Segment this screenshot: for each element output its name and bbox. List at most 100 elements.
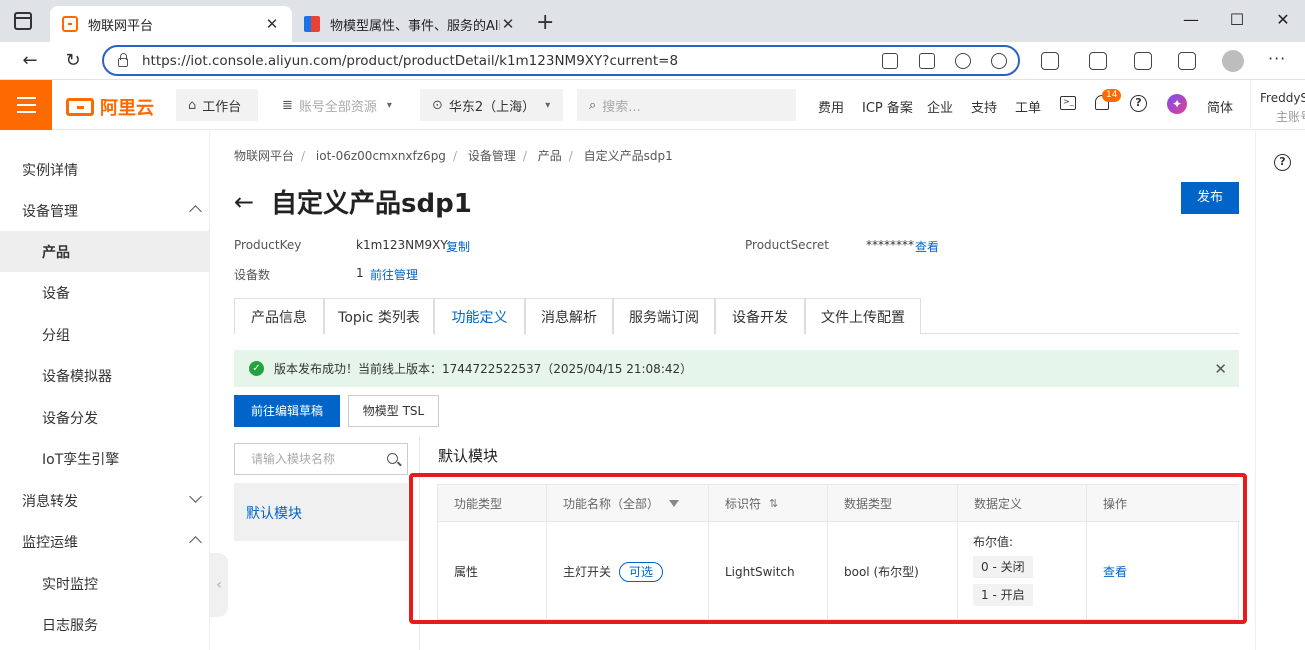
column-header-name[interactable]: 功能名称（全部） — [547, 485, 709, 522]
tab-function-definition[interactable]: 功能定义 — [434, 298, 525, 335]
tab-server-subscription[interactable]: 服务端订阅 — [613, 298, 715, 334]
search-icon[interactable] — [387, 453, 398, 464]
new-tab-icon[interactable]: + — [536, 10, 554, 35]
sidebar-item-group[interactable]: 分组 — [0, 314, 210, 355]
device-count-label: 设备数 — [234, 268, 271, 282]
read-aloud-icon[interactable] — [955, 53, 971, 69]
module-search-input[interactable]: 请输入模块名称 — [234, 443, 408, 475]
sort-icon[interactable]: ⇅ — [769, 497, 778, 510]
aliyun-logo[interactable]: 阿里云 — [66, 94, 154, 120]
sidebar-item-label: 设备管理 — [22, 203, 78, 220]
sidebar-item-twin-engine[interactable]: IoT孪生引擎 — [0, 438, 210, 479]
breadcrumb-current: 自定义产品sdp1 — [583, 149, 673, 163]
view-secret-link[interactable]: 查看 — [915, 238, 939, 255]
window-menu-icon[interactable] — [14, 12, 32, 30]
publish-button[interactable]: 发布 — [1181, 182, 1239, 214]
bool-value-0: 0 - 关闭 — [973, 556, 1033, 578]
sidebar-item-label: 设备 — [42, 285, 70, 302]
favorites-icon[interactable] — [1089, 52, 1107, 70]
sidebar-item-product[interactable]: 产品 — [0, 231, 210, 272]
module-item-default[interactable]: 默认模块 — [246, 503, 302, 523]
product-key-label: ProductKey — [234, 238, 302, 252]
page-title: 自定义产品sdp1 — [271, 189, 472, 219]
nav-icp[interactable]: ICP 备案 — [862, 97, 913, 116]
column-header-data-definition: 数据定义 — [958, 485, 1087, 522]
tab-title: 物模型属性、事件、服务的Alink — [330, 18, 500, 34]
alert-message: 版本发布成功！当前线上版本：1744722522537（2025/04/15 2… — [274, 362, 693, 376]
sidebar-item-distribution[interactable]: 设备分发 — [0, 397, 210, 438]
menu-icon[interactable] — [0, 80, 52, 130]
global-search-input[interactable]: ⌕ 搜索... — [577, 89, 796, 121]
profile-avatar[interactable] — [1222, 50, 1244, 72]
sidebar-item-label: 实时监控 — [42, 576, 98, 593]
notification-badge: 14 — [1102, 89, 1122, 102]
maximize-icon[interactable]: ☐ — [1222, 10, 1252, 29]
module-section-title: 默认模块 — [438, 447, 499, 465]
sidebar-item-label: 产品 — [42, 244, 70, 261]
tsl-button[interactable]: 物模型 TSL — [348, 395, 439, 427]
view-function-link[interactable]: 查看 — [1103, 563, 1127, 580]
screen-cast-icon[interactable] — [882, 53, 898, 69]
breadcrumb-item[interactable]: 产品 — [538, 149, 562, 163]
help-icon[interactable]: ? — [1274, 154, 1291, 171]
address-bar-row: ← ↻ https://iot.console.aliyun.com/produ… — [0, 42, 1305, 80]
nav-enterprise[interactable]: 企业 — [927, 97, 953, 116]
user-menu[interactable]: FreddySs 主账号 — [1250, 80, 1305, 130]
resource-label: 账号全部资源 — [298, 99, 377, 115]
edit-draft-button[interactable]: 前往编辑草稿 — [234, 395, 340, 427]
tab-product-info[interactable]: 产品信息 — [234, 298, 324, 334]
filter-icon[interactable] — [669, 499, 680, 507]
nav-billing[interactable]: 费用 — [818, 97, 844, 116]
check-circle-icon: ✓ — [249, 361, 264, 376]
browser-tab-docs[interactable]: 物模型属性、事件、服务的Alink ✕ — [292, 6, 528, 42]
more-menu-icon[interactable]: ··· — [1268, 49, 1286, 68]
tab-message-parsing[interactable]: 消息解析 — [525, 298, 613, 334]
cloud-shell-icon[interactable]: >_ — [1060, 96, 1076, 110]
workbench-button[interactable]: ⌂ 工作台 — [176, 89, 258, 121]
sidebar-item-log-service[interactable]: 日志服务 — [0, 604, 210, 645]
nav-ticket[interactable]: 工单 — [1015, 97, 1041, 116]
ai-assistant-icon[interactable]: ✦ — [1167, 94, 1187, 114]
sidebar-item-realtime-monitor[interactable]: 实时监控 — [0, 563, 210, 604]
search-placeholder: 搜索... — [602, 99, 641, 115]
copy-key-link[interactable]: 复制 — [446, 238, 470, 255]
sidebar-item-device[interactable]: 设备 — [0, 272, 210, 313]
back-arrow-icon[interactable]: ← — [234, 188, 254, 216]
nav-support[interactable]: 支持 — [971, 97, 997, 116]
breadcrumb-item[interactable]: iot-06z00cmxnxfz6pg — [316, 149, 446, 163]
language-switch[interactable]: 简体 — [1207, 97, 1233, 116]
region-selector[interactable]: ⊙ 华东2（上海） ▾ — [420, 89, 563, 121]
browser-tab-iot[interactable]: 物联网平台 ✕ — [50, 6, 292, 42]
back-icon[interactable]: ← — [17, 48, 43, 74]
resource-selector[interactable]: ≣ 账号全部资源 ▾ — [270, 89, 406, 121]
sidebar-group-message[interactable]: 消息转发 — [0, 480, 210, 521]
close-icon[interactable]: ✕ — [1214, 360, 1227, 378]
sidebar-item-simulator[interactable]: 设备模拟器 — [0, 355, 210, 396]
sidebar-item-label: 设备模拟器 — [42, 368, 112, 385]
tab-device-development[interactable]: 设备开发 — [715, 298, 805, 334]
sidebar-group-monitoring[interactable]: 监控运维 — [0, 521, 210, 562]
refresh-icon[interactable]: ↻ — [60, 48, 86, 74]
breadcrumb-item[interactable]: 设备管理 — [468, 149, 516, 163]
apps-icon[interactable] — [919, 53, 935, 69]
manage-devices-link[interactable]: 前往管理 — [370, 266, 418, 283]
collections-icon[interactable] — [1134, 52, 1152, 70]
sidebar-item-label: 分组 — [42, 327, 70, 344]
extensions-icon[interactable] — [1041, 52, 1059, 70]
favorite-add-icon[interactable] — [991, 53, 1007, 69]
tab-file-upload-config[interactable]: 文件上传配置 — [805, 298, 921, 334]
close-tab-icon[interactable]: ✕ — [264, 15, 280, 33]
browser-essentials-icon[interactable] — [1178, 52, 1196, 70]
column-header-identifier[interactable]: 标识符 ⇅ — [709, 485, 828, 522]
sidebar-item-instance[interactable]: 实例详情 — [0, 149, 210, 190]
close-tab-icon[interactable]: ✕ — [500, 15, 516, 33]
breadcrumb-item[interactable]: 物联网平台 — [234, 149, 294, 163]
product-tabs: 产品信息 Topic 类列表 功能定义 消息解析 服务端订阅 设备开发 文件上传… — [234, 298, 1239, 335]
sidebar-collapse-handle[interactable]: ‹ — [210, 553, 228, 617]
help-icon[interactable]: ? — [1130, 95, 1147, 112]
close-window-icon[interactable]: ✕ — [1268, 10, 1298, 29]
tab-topic-list[interactable]: Topic 类列表 — [324, 298, 434, 334]
chevron-down-icon: ▾ — [545, 99, 551, 111]
minimize-icon[interactable]: — — [1176, 10, 1206, 29]
sidebar-group-device-mgmt[interactable]: 设备管理 — [0, 190, 210, 231]
